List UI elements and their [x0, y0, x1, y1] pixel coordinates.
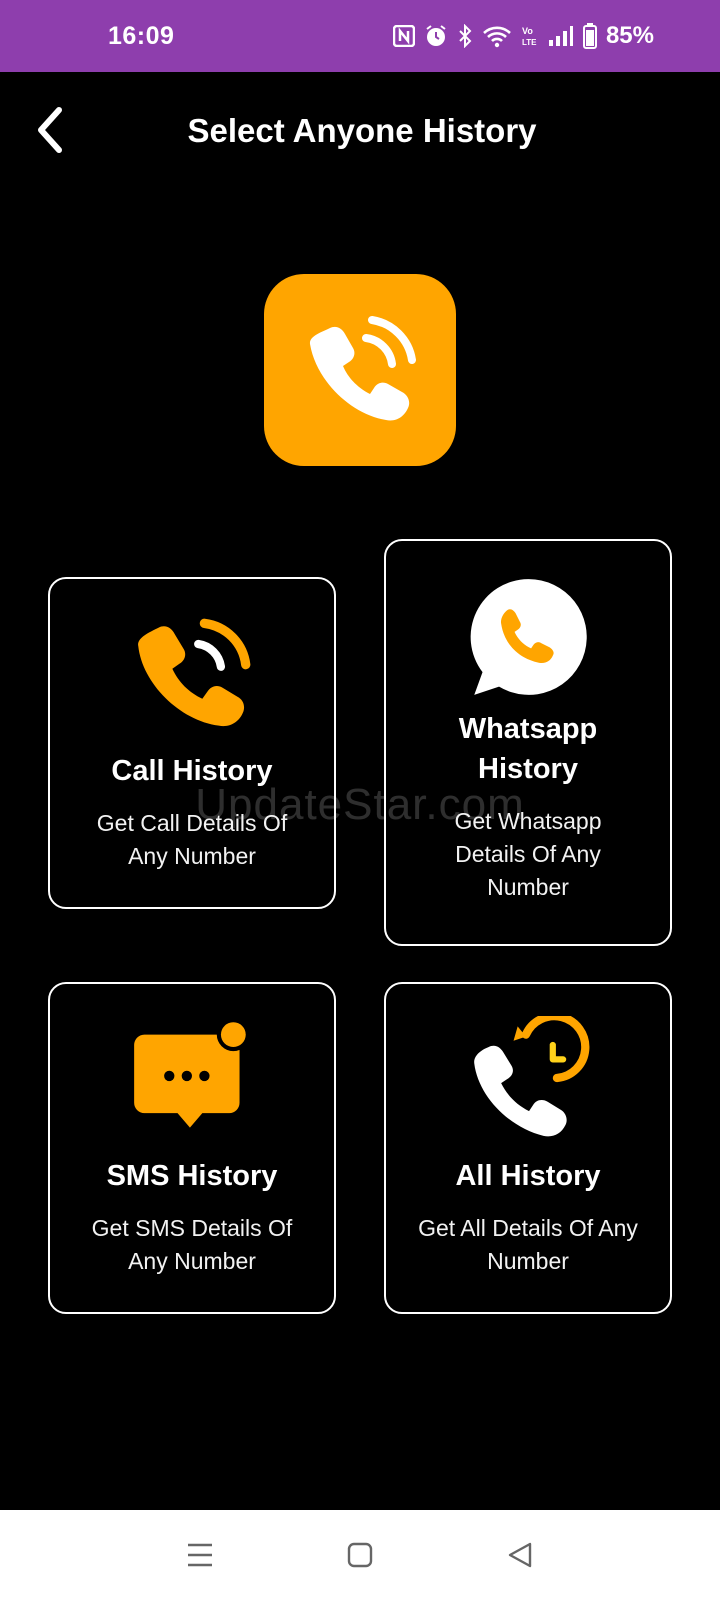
- nfc-icon: [392, 25, 415, 47]
- menu-icon: [188, 1543, 212, 1567]
- hero-phone-tile: [264, 274, 456, 466]
- status-icons: Vo LTE 85%: [392, 22, 654, 50]
- whatsapp-history-title: Whatsapp History: [458, 713, 598, 785]
- app-header: Select Anyone History: [0, 72, 720, 192]
- status-bar: 16:09 Vo LTE 85%: [0, 0, 720, 72]
- all-history-title: All History: [455, 1160, 601, 1192]
- svg-text:LTE: LTE: [522, 38, 537, 47]
- svg-text:Vo: Vo: [522, 26, 533, 36]
- call-history-title: Call History: [111, 755, 273, 787]
- phone-call-icon: [309, 316, 416, 421]
- all-history-desc: Get All Details Of Any Number: [418, 1215, 638, 1274]
- status-time: 16:09: [108, 21, 175, 50]
- sms-history-title: SMS History: [106, 1160, 278, 1192]
- call-history-icon: [474, 1016, 590, 1137]
- phone-call-icon: [138, 618, 251, 727]
- sms-history-desc: Get SMS Details Of Any Number: [91, 1215, 293, 1274]
- nav-home-button[interactable]: [330, 1525, 390, 1585]
- alarm-icon: [426, 25, 446, 46]
- chat-bubble-icon: [134, 1018, 250, 1128]
- whatsapp-icon: [470, 579, 587, 695]
- volte-icon: Vo LTE: [522, 26, 537, 47]
- whatsapp-history-desc: Get Whatsapp Details Of Any Number: [454, 808, 602, 900]
- signal-icon: [548, 26, 573, 46]
- battery-percent: 85%: [605, 22, 654, 49]
- bluetooth-icon: [459, 24, 472, 48]
- home-icon: [347, 1542, 373, 1568]
- battery-icon: [582, 23, 597, 49]
- all-history-card[interactable]: All History Get All Details Of Any Numbe…: [384, 982, 672, 1314]
- call-history-desc: Get Call Details Of Any Number: [96, 810, 288, 869]
- nav-menu-button[interactable]: [170, 1525, 230, 1585]
- call-history-card[interactable]: Call History Get Call Details Of Any Num…: [48, 577, 336, 909]
- nav-back-button[interactable]: [490, 1525, 550, 1585]
- wifi-icon: [483, 26, 511, 48]
- system-nav-bar: [0, 1510, 720, 1600]
- page-title: Select Anyone History: [187, 112, 537, 149]
- back-icon: [508, 1542, 532, 1568]
- sms-history-card[interactable]: SMS History Get SMS Details Of Any Numbe…: [48, 982, 336, 1314]
- whatsapp-history-card[interactable]: Whatsapp History Get Whatsapp Details Of…: [384, 539, 672, 946]
